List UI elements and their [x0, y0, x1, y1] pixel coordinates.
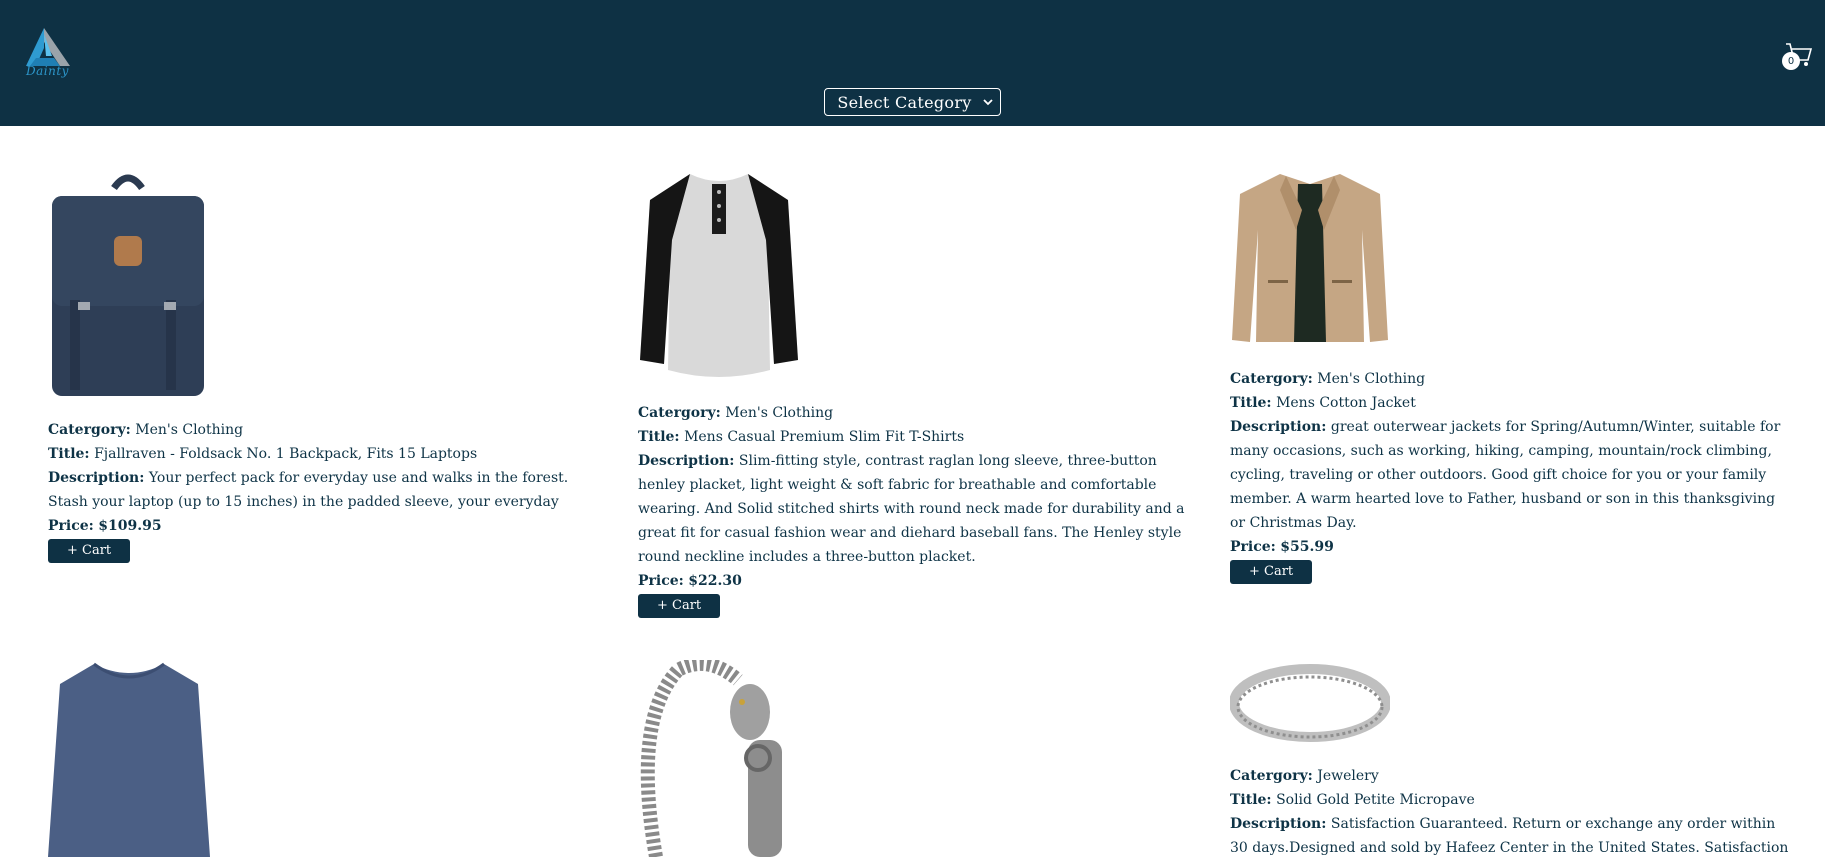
cart-count-badge: 0 — [1782, 52, 1800, 70]
product-price-row: Price: $22.30 — [638, 569, 1198, 593]
product-description-row: Description: Your perfect pack for every… — [48, 466, 608, 514]
add-to-cart-button[interactable]: + Cart — [1230, 560, 1313, 584]
category-select[interactable]: Select Category — [824, 88, 1001, 116]
title-label: Title: — [638, 429, 680, 445]
price-label: Price: — [48, 518, 94, 534]
title-label: Title: — [48, 446, 90, 462]
description-label: Description: — [638, 453, 735, 469]
product-image-jacket[interactable] — [1230, 170, 1390, 346]
product-description: Slim-fitting style, contrast raglan long… — [638, 453, 1185, 565]
product-category: Jewelery — [1317, 768, 1379, 784]
product-description-row: Description: Satisfaction Guaranteed. Re… — [1230, 812, 1790, 860]
product-title-row: Title: Fjallraven - Foldsack No. 1 Backp… — [48, 442, 608, 466]
product-category-row: Catergory: Jewelery — [1230, 764, 1790, 788]
product-category-row: Catergory: Men's Clothing — [48, 418, 608, 442]
title-label: Title: — [1230, 792, 1272, 808]
product-category-row: Catergory: Men's Clothing — [638, 401, 1198, 425]
category-select-value: Select Category — [837, 92, 972, 112]
chevron-down-icon — [983, 99, 993, 106]
product-description: great outerwear jackets for Spring/Autum… — [1230, 419, 1781, 531]
category-label: Catergory: — [638, 405, 721, 421]
product-description-row: Description: Slim-fitting style, contras… — [638, 449, 1198, 569]
add-to-cart-button[interactable]: + Cart — [48, 539, 131, 563]
product-price-row: Price: $55.99 — [1230, 535, 1790, 559]
product-category: Men's Clothing — [725, 405, 834, 421]
product-image-bracelet[interactable] — [638, 660, 800, 857]
product-info: Catergory: Men's Clothing Title: Mens Co… — [1230, 367, 1790, 584]
description-label: Description: — [48, 470, 145, 486]
product-price: $109.95 — [98, 518, 162, 534]
category-label: Catergory: — [1230, 768, 1313, 784]
product-image-longsleeve[interactable] — [48, 660, 210, 857]
category-label: Catergory: — [1230, 371, 1313, 387]
product-description-row: Description: great outerwear jackets for… — [1230, 415, 1790, 535]
product-price: $55.99 — [1280, 539, 1334, 555]
title-label: Title: — [1230, 395, 1272, 411]
product-info: Catergory: Jewelery Title: Solid Gold Pe… — [1230, 764, 1790, 860]
product-info: Catergory: Men's Clothing Title: Fjallra… — [48, 418, 608, 563]
product-image-ring[interactable] — [1230, 660, 1390, 746]
product-info: Catergory: Men's Clothing Title: Mens Ca… — [638, 401, 1198, 618]
product-category-row: Catergory: Men's Clothing — [1230, 367, 1790, 391]
product-title-row: Title: Mens Casual Premium Slim Fit T-Sh… — [638, 425, 1198, 449]
product-category: Men's Clothing — [1317, 371, 1426, 387]
product-price-row: Price: $109.95 — [48, 514, 608, 538]
product-category: Men's Clothing — [135, 422, 244, 438]
product-price: $22.30 — [688, 573, 742, 589]
product-title: Mens Casual Premium Slim Fit T-Shirts — [684, 429, 965, 445]
product-title: Fjallraven - Foldsack No. 1 Backpack, Fi… — [94, 446, 478, 462]
add-to-cart-button[interactable]: + Cart — [638, 594, 721, 618]
description-label: Description: — [1230, 419, 1327, 435]
category-label: Catergory: — [48, 422, 131, 438]
price-label: Price: — [638, 573, 684, 589]
description-label: Description: — [1230, 816, 1327, 832]
brand-name: Dainty — [26, 64, 69, 78]
price-label: Price: — [1230, 539, 1276, 555]
product-image-tshirt[interactable] — [638, 170, 800, 382]
product-title: Solid Gold Petite Micropave — [1276, 792, 1475, 808]
product-title-row: Title: Solid Gold Petite Micropave — [1230, 788, 1790, 812]
product-title: Mens Cotton Jacket — [1276, 395, 1416, 411]
top-navbar: Dainty Select Category 0 — [0, 0, 1825, 126]
product-image-backpack[interactable] — [48, 170, 208, 400]
product-title-row: Title: Mens Cotton Jacket — [1230, 391, 1790, 415]
